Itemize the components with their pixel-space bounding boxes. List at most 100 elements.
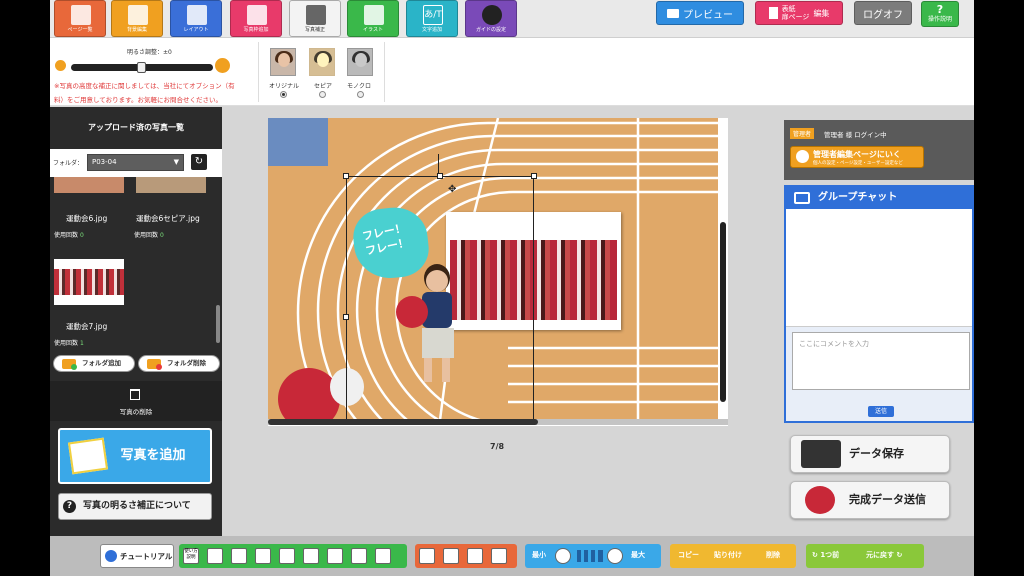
resize-handle[interactable] (531, 173, 537, 179)
align-tools-group: 使い方 説明 (179, 544, 407, 568)
zoom-out-icon[interactable] (555, 548, 571, 564)
filter-mono-radio[interactable] (357, 91, 364, 98)
layer-tools-group (415, 544, 517, 568)
top-toolbar: ページ一覧 背景編集 レイアウト 写真枠追加 写真補正 イラスト あ/T 文字追加… (50, 0, 974, 38)
brightness-label: 明るさ調整：±0 (127, 49, 172, 56)
distribute-vertical-icon[interactable] (375, 548, 391, 564)
sun-large-icon (215, 58, 230, 73)
dropdown-arrow-icon: ▼ (173, 158, 179, 166)
align-center-icon[interactable] (231, 548, 247, 564)
photos-icon (67, 437, 109, 475)
divider (258, 42, 259, 102)
zoom-level-bars[interactable] (577, 550, 603, 562)
resize-handle[interactable] (343, 314, 349, 320)
tab-guide-settings[interactable]: ガイドの設定 (465, 0, 517, 37)
bring-forward-icon[interactable] (443, 548, 459, 564)
submit-final-data-button[interactable]: 完成データ送信 (790, 481, 950, 519)
photo-thumb[interactable] (136, 177, 206, 193)
tab-photo-correction[interactable]: 写真補正 (289, 0, 341, 37)
send-to-back-icon[interactable] (491, 548, 507, 564)
add-folder-button[interactable]: フォルダ追加 (53, 355, 135, 372)
divider (384, 42, 385, 102)
tab-layout[interactable]: レイアウト (170, 0, 222, 37)
refresh-icon[interactable]: ↻ (191, 154, 207, 170)
chat-send-button[interactable]: 送信 (868, 406, 894, 417)
resize-handle[interactable] (437, 173, 443, 179)
tab-add-text[interactable]: あ/T 文字追加 (406, 0, 458, 37)
align-help-button[interactable]: 使い方 説明 (183, 548, 199, 564)
sun-small-icon (55, 60, 66, 71)
save-data-button[interactable]: データ保存 (790, 435, 950, 473)
redo-icon: ↻ (896, 551, 903, 559)
zoom-max-button[interactable]: 最大 (631, 550, 645, 560)
page-list-icon (71, 5, 91, 25)
filter-sepia-thumb[interactable] (309, 48, 335, 76)
copy-button[interactable]: コピー (678, 550, 699, 560)
tutorial-button[interactable]: チュートリアル (100, 544, 174, 568)
align-left-icon[interactable] (207, 548, 223, 564)
background-icon (128, 5, 148, 25)
edit-tools-group: コピー 貼り付け 削除 (670, 544, 796, 568)
photo-thumb[interactable] (54, 177, 124, 193)
align-right-icon[interactable] (255, 548, 271, 564)
bottom-toolbar: チュートリアル 使い方 説明 最小 最大 コピー 貼り付け 削除 ↻ 1つ前 元… (50, 536, 974, 576)
admin-panel: 管理者 管理者 様 ログイン中 管理者編集ページにいく 個人の設定・ページ設定・… (784, 120, 974, 180)
panel-title: アップロード済の写真一覧 (88, 123, 184, 132)
undo-icon: ↻ (812, 551, 818, 559)
move-cursor-icon: ✥ (448, 184, 457, 195)
delete-button[interactable]: 削除 (766, 550, 780, 560)
align-top-icon[interactable] (279, 548, 295, 564)
resize-handle[interactable] (343, 173, 349, 179)
guide-grid-icon (482, 5, 502, 25)
help-button[interactable]: ? 操作説明 (921, 1, 959, 27)
cover-edit-button[interactable]: 表紙 扉ページ 編集 (755, 1, 843, 25)
use-count: 使用回数 0 (134, 232, 164, 239)
filter-original-thumb[interactable] (270, 48, 296, 76)
group-chat-panel: グループチャット ここにコメントを入力 送信 (784, 185, 974, 423)
app-window: ページ一覧 背景編集 レイアウト 写真枠追加 写真補正 イラスト あ/T 文字追加… (50, 0, 974, 576)
align-bottom-icon[interactable] (327, 548, 343, 564)
info-icon (105, 550, 117, 562)
photo-thumb-selected[interactable] (54, 259, 124, 305)
filter-mono-thumb[interactable] (347, 48, 373, 76)
selection-box[interactable] (346, 176, 534, 420)
add-photo-button[interactable]: 写真を追加 (58, 428, 212, 484)
delete-photo-button[interactable]: 写真の削除 (50, 381, 222, 421)
plus-icon (71, 364, 77, 370)
tab-illustration[interactable]: イラスト (347, 0, 399, 37)
photo-list-scrollbar[interactable] (216, 305, 220, 343)
tab-add-photo-frame[interactable]: 写真枠追加 (230, 0, 282, 37)
photo-correction-toolbar: 明るさ調整：±0 ※写真の高度な補正に関しましては、当社にてオプション（有 料）… (50, 38, 974, 106)
zoom-min-button[interactable]: 最小 (532, 550, 546, 560)
align-middle-icon[interactable] (303, 548, 319, 564)
zoom-tools-group: 最小 最大 (525, 544, 661, 568)
illustration-icon (364, 5, 384, 25)
brightness-info-button[interactable]: ? 写真の明るさ補正について (58, 493, 212, 520)
logout-button[interactable]: ログオフ (854, 1, 912, 25)
photo-correction-icon (306, 5, 326, 25)
brightness-slider-handle[interactable] (137, 62, 146, 73)
page-canvas[interactable]: フレー！ フレー！ ✥ (268, 118, 728, 426)
paste-button[interactable]: 貼り付け (714, 550, 742, 560)
send-backward-icon[interactable] (467, 548, 483, 564)
folder-select[interactable]: P03-04 ▼ (87, 154, 184, 171)
filter-original-radio[interactable] (280, 91, 287, 98)
chat-icon (794, 192, 810, 204)
canvas-horizontal-scrollbar[interactable] (268, 419, 728, 425)
redo-button[interactable]: 元に戻す ↻ (866, 550, 902, 560)
preview-button[interactable]: プレビュー (656, 1, 744, 25)
filter-sepia-radio[interactable] (319, 91, 326, 98)
canvas-vertical-scrollbar[interactable] (720, 222, 726, 402)
tab-background[interactable]: 背景編集 (111, 0, 163, 37)
bring-to-front-icon[interactable] (419, 548, 435, 564)
chat-comment-input[interactable]: ここにコメントを入力 (792, 332, 970, 390)
distribute-horizontal-icon[interactable] (351, 548, 367, 564)
admin-edit-page-button[interactable]: 管理者編集ページにいく 個人の設定・ページ設定・ユーザー設定など (790, 146, 924, 168)
send-icon (805, 486, 835, 514)
undo-button[interactable]: ↻ 1つ前 (812, 550, 839, 560)
zoom-in-icon[interactable] (607, 548, 623, 564)
folder-row: フォルダ： P03-04 ▼ ↻ (50, 149, 222, 177)
tab-page-list[interactable]: ページ一覧 (54, 0, 106, 37)
delete-folder-button[interactable]: フォルダ削除 (138, 355, 220, 372)
chat-log (786, 209, 972, 327)
